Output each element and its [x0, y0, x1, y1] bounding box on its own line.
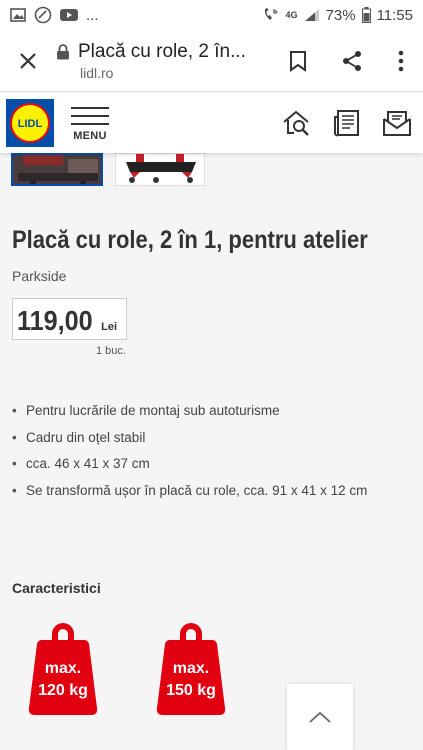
youtube-icon	[60, 8, 78, 22]
thumbnail-1[interactable]	[11, 153, 103, 186]
store-search-button[interactable]	[281, 107, 313, 139]
url-area[interactable]: Placă cu role, 2 în... lidl.ro	[56, 41, 271, 81]
share-icon	[343, 50, 361, 71]
lidl-logo[interactable]: LIDL	[6, 99, 54, 147]
price-unit: 1 buc.	[96, 345, 126, 357]
site-header: LIDL MENU	[0, 93, 423, 153]
menu-button[interactable]: MENU	[70, 99, 110, 147]
badge-line1: max.	[44, 660, 82, 677]
list-item: cca. 46 x 41 x 37 cm	[12, 455, 367, 482]
product-photo-1	[13, 155, 101, 184]
max-load-120-badge: max. 120 kg	[28, 620, 98, 715]
scroll-to-top-button[interactable]	[287, 684, 353, 750]
clock: 11:55	[376, 6, 413, 24]
browser-toolbar: Placă cu role, 2 în... lidl.ro	[0, 30, 423, 92]
close-tab-button[interactable]	[0, 30, 56, 92]
lock-icon	[57, 43, 69, 59]
price-currency: Lei	[101, 321, 118, 333]
price-box: 119,00 Lei	[12, 298, 127, 340]
network-type: 4G	[285, 9, 298, 20]
mail-icon	[383, 111, 411, 136]
list-item: Se transformă ușor în placă cu role, cca…	[12, 482, 367, 509]
more-vert-icon	[398, 50, 404, 71]
feature-list: Pentru lucrările de montaj sub autoturis…	[12, 402, 367, 508]
wifi-call-icon	[262, 7, 280, 23]
leaflet-button[interactable]	[331, 107, 363, 139]
image-thumbnails	[0, 153, 423, 188]
page-title: Placă cu role, 2 în...	[78, 40, 246, 62]
battery-icon	[361, 7, 371, 23]
gallery-icon	[10, 8, 26, 22]
logo-text: LIDL	[18, 118, 43, 130]
home-search-icon	[283, 110, 309, 136]
badge-line2: 120 kg	[38, 682, 88, 699]
more-notifications: ...	[86, 6, 99, 24]
sync-icon	[34, 6, 52, 24]
status-bar: ... 4G 73% 11:55	[0, 0, 423, 30]
close-icon	[20, 52, 36, 69]
share-button[interactable]	[325, 30, 379, 92]
thumbnail-2[interactable]	[115, 153, 205, 186]
menu-label: MENU	[73, 130, 107, 142]
list-item: Cadru din oțel stabil	[12, 429, 367, 456]
badge-line2: 150 kg	[166, 682, 216, 699]
bookmark-icon	[290, 50, 306, 72]
url-host: lidl.ro	[80, 64, 114, 81]
signal-icon	[304, 8, 320, 22]
list-item: Pentru lucrările de montaj sub autoturis…	[12, 402, 367, 429]
product-photo-2	[116, 154, 204, 185]
price-value: 119,00	[17, 305, 93, 336]
battery-percent: 73%	[325, 6, 356, 24]
characteristics-title: Caracteristici	[12, 580, 101, 596]
bookmark-button[interactable]	[271, 30, 325, 92]
newspaper-icon	[334, 110, 359, 137]
chevron-up-icon	[309, 711, 331, 723]
product-title: Placă cu role, 2 în 1, pentru atelier	[12, 226, 368, 254]
badge-line1: max.	[172, 660, 210, 677]
more-options-button[interactable]	[379, 30, 423, 92]
product-brand: Parkside	[12, 268, 67, 284]
newsletter-button[interactable]	[381, 107, 413, 139]
max-load-150-badge: max. 150 kg	[156, 620, 226, 715]
